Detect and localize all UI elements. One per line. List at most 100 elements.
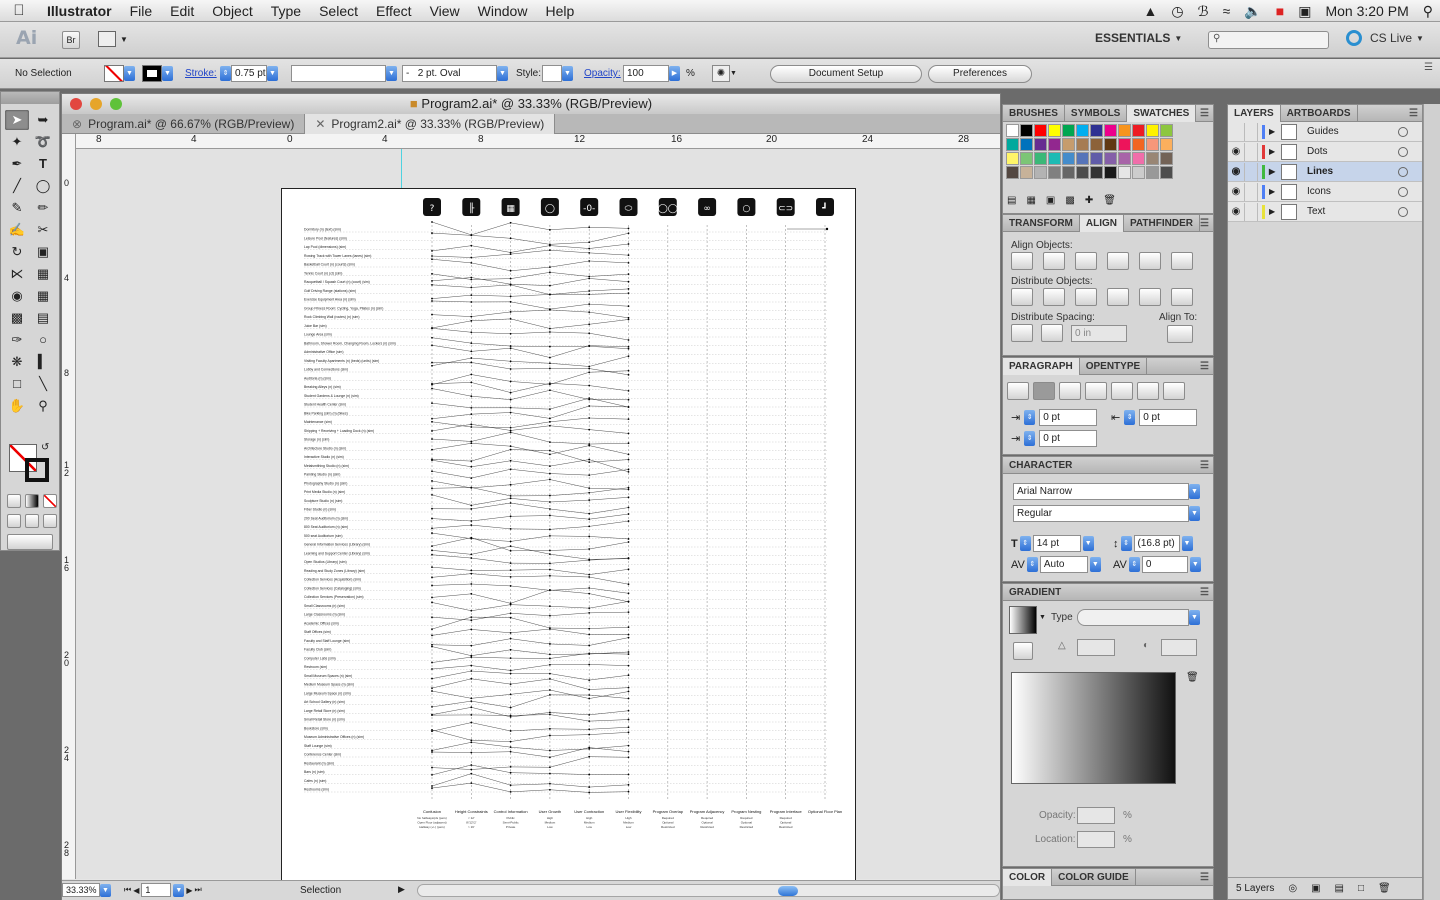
- show-swatch-kinds-icon[interactable]: ▦: [1026, 195, 1035, 206]
- color-swatch[interactable]: [1118, 138, 1131, 151]
- color-swatch[interactable]: [1006, 166, 1019, 179]
- layer-row[interactable]: ◉ ▶ Lines: [1228, 162, 1422, 182]
- lock-toggle-icon[interactable]: [1244, 182, 1258, 201]
- delete-swatch-icon[interactable]: 🗑: [1103, 195, 1116, 206]
- target-circle-icon[interactable]: [1398, 146, 1408, 157]
- justify-all-icon[interactable]: [1163, 382, 1185, 400]
- eye-icon[interactable]: ◉: [1228, 186, 1244, 197]
- delete-stop-icon[interactable]: 🗑: [1186, 672, 1199, 683]
- menu-edit[interactable]: Edit: [161, 0, 203, 22]
- fill-color-picker[interactable]: ▼: [104, 65, 135, 82]
- align-left-icon[interactable]: [1011, 252, 1033, 270]
- tab-brushes[interactable]: BRUSHES: [1003, 104, 1065, 122]
- tab-program[interactable]: ⊗ Program.ai* @ 66.67% (RGB/Preview): [62, 113, 306, 134]
- swap-fill-stroke-icon[interactable]: ↺: [41, 442, 49, 453]
- distribute-top-icon[interactable]: [1011, 288, 1033, 306]
- menu-effect[interactable]: Effect: [367, 0, 421, 22]
- stroke-color-picker[interactable]: ▼: [142, 65, 173, 82]
- tab-color-guide[interactable]: COLOR GUIDE: [1052, 868, 1136, 886]
- align-center-text-icon[interactable]: [1033, 382, 1055, 400]
- zoom-tool-icon[interactable]: ⚲: [31, 396, 55, 416]
- selection-tool-icon[interactable]: ➤: [5, 110, 29, 130]
- panel-dock-strip[interactable]: [1423, 104, 1440, 900]
- next-artboard-icon[interactable]: ▶: [186, 886, 192, 895]
- scrollbar-thumb[interactable]: [778, 886, 798, 896]
- shape-builder-tool-icon[interactable]: ◉: [5, 286, 29, 306]
- panel-menu-icon[interactable]: ☰: [1200, 460, 1209, 471]
- vertical-ruler[interactable]: 0 4 8 1 2 1 6 2 0 2 4 2 8: [62, 134, 76, 879]
- angle-field[interactable]: [1077, 639, 1115, 656]
- color-swatch[interactable]: [1160, 138, 1173, 151]
- volume-icon[interactable]: 🔈: [1237, 0, 1268, 22]
- color-swatch[interactable]: [1076, 138, 1089, 151]
- color-swatch[interactable]: [1020, 166, 1033, 179]
- right-indent-field[interactable]: 0 pt: [1139, 409, 1198, 426]
- leading-field[interactable]: (16.8 pt): [1133, 535, 1180, 552]
- eye-icon[interactable]: ◉: [1228, 206, 1244, 217]
- panel-menu-icon[interactable]: ☰: [1200, 587, 1209, 598]
- recolor-artwork-button[interactable]: ✺ ▼: [712, 65, 737, 82]
- color-swatch[interactable]: [1132, 166, 1145, 179]
- stroke-weight-field[interactable]: ⇕ 0.75 pt ▼: [220, 65, 278, 82]
- swatch-options-icon[interactable]: ▣: [1046, 195, 1055, 206]
- align-vertical-center-icon[interactable]: [1139, 252, 1161, 270]
- make-clipping-mask-icon[interactable]: ▣: [1311, 883, 1320, 894]
- layer-name[interactable]: Dots: [1307, 146, 1398, 157]
- menu-file[interactable]: File: [121, 0, 162, 22]
- chevron-down-icon[interactable]: ▼: [1039, 614, 1046, 621]
- zoom-control[interactable]: 33.33% ▼: [62, 883, 111, 897]
- artboard-number[interactable]: 1: [141, 883, 172, 897]
- menu-type[interactable]: Type: [262, 0, 310, 22]
- font-style-value[interactable]: Regular: [1013, 505, 1189, 522]
- column-graph-tool-icon[interactable]: ▍: [31, 352, 55, 372]
- color-swatch[interactable]: [1132, 152, 1145, 165]
- none-mode-icon[interactable]: [43, 494, 57, 508]
- color-swatch[interactable]: [1146, 138, 1159, 151]
- workspace-switcher[interactable]: ESSENTIALS ▼: [1095, 31, 1182, 45]
- color-swatch[interactable]: [1118, 124, 1131, 137]
- color-swatch[interactable]: [1160, 124, 1173, 137]
- menu-help[interactable]: Help: [536, 0, 583, 22]
- align-horizontal-center-icon[interactable]: [1043, 252, 1065, 270]
- color-swatch[interactable]: [1048, 152, 1061, 165]
- layer-name[interactable]: Icons: [1307, 186, 1398, 197]
- artboard-tool-icon[interactable]: □: [5, 374, 29, 394]
- aspect-ratio-field[interactable]: [1161, 639, 1197, 656]
- tab-color[interactable]: COLOR: [1003, 868, 1053, 886]
- layer-name[interactable]: Lines: [1307, 166, 1398, 177]
- blob-brush-tool-icon[interactable]: ✍: [5, 220, 29, 240]
- scale-tool-icon[interactable]: ▣: [31, 242, 55, 262]
- status-mode[interactable]: Selection: [300, 885, 341, 896]
- color-swatch[interactable]: [1020, 138, 1033, 151]
- color-swatch[interactable]: [1104, 138, 1117, 151]
- eye-icon[interactable]: ◉: [1228, 146, 1244, 157]
- adobe-updater-icon[interactable]: ▲: [1137, 0, 1165, 22]
- color-swatch[interactable]: [1062, 124, 1075, 137]
- mesh-tool-icon[interactable]: ▩: [5, 308, 29, 328]
- tab-align[interactable]: ALIGN: [1079, 214, 1124, 232]
- color-swatch[interactable]: [1048, 166, 1061, 179]
- distribute-bottom-icon[interactable]: [1075, 288, 1097, 306]
- menu-app-name[interactable]: Illustrator: [38, 0, 121, 22]
- justify-left-icon[interactable]: [1085, 382, 1107, 400]
- color-swatch[interactable]: [1048, 138, 1061, 151]
- lock-toggle-icon[interactable]: [1244, 202, 1258, 221]
- color-swatch[interactable]: [1104, 166, 1117, 179]
- pencil-tool-icon[interactable]: ✏: [31, 198, 55, 218]
- gradient-swatch[interactable]: [1009, 606, 1037, 634]
- tab-swatches[interactable]: SWATCHES: [1127, 104, 1197, 122]
- layer-row[interactable]: ◉ ▶ Icons: [1228, 182, 1422, 202]
- color-swatch[interactable]: [1090, 124, 1103, 137]
- reverse-gradient-icon[interactable]: [1013, 642, 1033, 660]
- stroke-weight-value[interactable]: 0.75 pt: [231, 65, 267, 82]
- font-style-select[interactable]: Regular ▼: [1013, 505, 1200, 522]
- color-swatch[interactable]: [1048, 124, 1061, 137]
- cs-live-button[interactable]: CS Live ▼: [1346, 30, 1424, 46]
- color-swatch[interactable]: [1118, 152, 1131, 165]
- help-search-input[interactable]: ⚲: [1208, 31, 1329, 49]
- tab-transform[interactable]: TRANSFORM: [1003, 214, 1080, 232]
- tracking-field[interactable]: 0: [1141, 556, 1188, 573]
- screen-mode-button[interactable]: [7, 534, 53, 550]
- color-swatch[interactable]: [1146, 166, 1159, 179]
- delete-layer-icon[interactable]: 🗑: [1378, 883, 1391, 894]
